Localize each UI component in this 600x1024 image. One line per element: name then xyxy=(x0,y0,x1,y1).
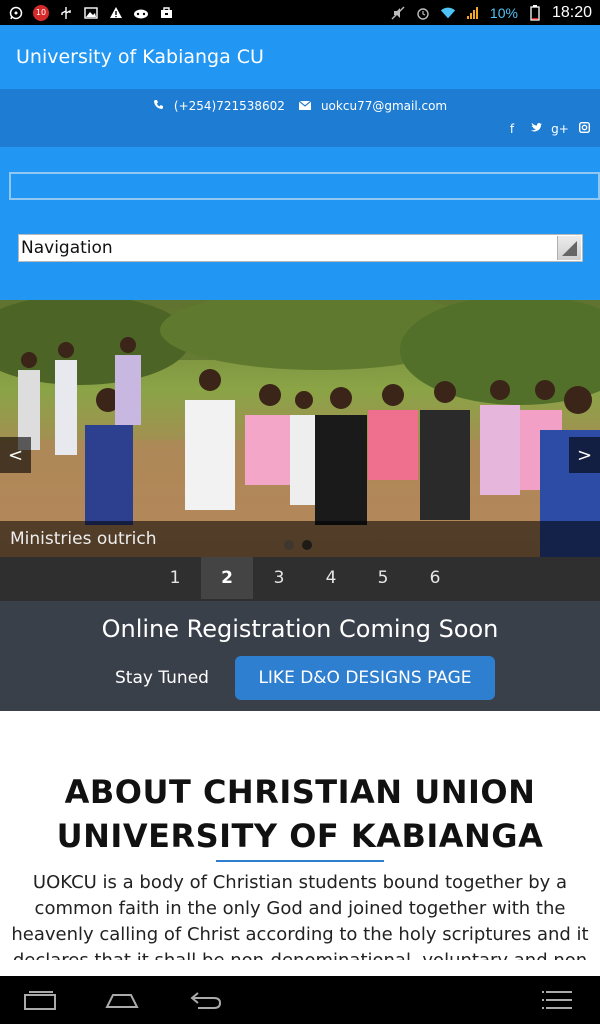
usb-icon xyxy=(58,5,74,21)
back-icon[interactable] xyxy=(186,986,226,1014)
registration-row: Stay Tuned LIKE D&O DESIGNS PAGE xyxy=(0,656,600,700)
slide-caption: Ministries outrich xyxy=(0,521,600,557)
page-button-4[interactable]: 4 xyxy=(305,557,357,599)
social-links: f g+ xyxy=(506,122,590,136)
page-button-2[interactable]: 2 xyxy=(201,557,253,599)
dropdown-arrow-icon[interactable] xyxy=(557,236,581,260)
phone-contact[interactable]: (+254)721538602 xyxy=(153,99,285,113)
slider-prev-button[interactable]: < xyxy=(0,437,31,473)
instagram-icon[interactable] xyxy=(578,122,590,136)
contact-bar: (+254)721538602 uokcu77@gmail.com f g+ xyxy=(0,89,600,147)
like-page-button[interactable]: LIKE D&O DESIGNS PAGE xyxy=(234,656,495,700)
battery-icon xyxy=(527,4,543,21)
phone-number: (+254)721538602 xyxy=(173,99,285,113)
clock: 18:20 xyxy=(551,3,592,21)
slide-photo xyxy=(0,300,600,557)
envelope-icon xyxy=(298,99,312,113)
search-input[interactable] xyxy=(9,172,600,200)
search-nav-band: Navigation xyxy=(0,147,600,300)
status-bar: 10 10% 18:20 xyxy=(0,0,600,25)
page-button-5[interactable]: 5 xyxy=(357,557,409,599)
notification-badge-icon: 10 xyxy=(33,4,49,21)
slide-pager: 1 2 3 4 5 6 xyxy=(0,557,600,601)
stay-tuned-text: Stay Tuned xyxy=(115,668,209,688)
site-title[interactable]: University of Kabianga CU xyxy=(16,46,264,68)
registration-banner: Online Registration Coming Soon Stay Tun… xyxy=(0,601,600,711)
about-heading-line-1: ABOUT CHRISTIAN UNION xyxy=(64,773,536,811)
about-heading: ABOUT CHRISTIAN UNION UNIVERSITY OF KABI… xyxy=(0,770,600,858)
battery-percent: 10% xyxy=(489,4,518,21)
about-paragraph: UOKCU is a body of Christian students bo… xyxy=(11,872,589,960)
bag-icon xyxy=(158,5,174,21)
slider-next-button[interactable]: > xyxy=(569,437,600,473)
page-button-3[interactable]: 3 xyxy=(253,557,305,599)
email-contact[interactable]: uokcu77@gmail.com xyxy=(298,99,448,113)
app-header: University of Kabianga CU xyxy=(0,25,600,89)
about-divider xyxy=(216,860,384,862)
game-icon xyxy=(133,5,149,21)
home-icon[interactable] xyxy=(104,986,140,1014)
mute-icon xyxy=(390,5,406,21)
page-button-6[interactable]: 6 xyxy=(409,557,461,599)
facebook-icon[interactable]: f xyxy=(506,122,518,136)
signal-icon xyxy=(465,5,481,21)
slider-dot[interactable] xyxy=(302,540,312,550)
image-slider[interactable]: < > Ministries outrich xyxy=(0,300,600,557)
email-address: uokcu77@gmail.com xyxy=(320,99,448,113)
slider-dots xyxy=(284,540,312,550)
whatsapp-icon xyxy=(8,5,24,21)
android-nav-bar xyxy=(0,976,600,1024)
gallery-icon xyxy=(83,5,99,21)
about-heading-line-2: UNIVERSITY OF KABIANGA xyxy=(56,817,544,855)
slider-dot[interactable] xyxy=(284,540,294,550)
recent-apps-icon[interactable] xyxy=(22,986,58,1014)
warning-icon xyxy=(108,5,124,21)
registration-title: Online Registration Coming Soon xyxy=(101,615,499,643)
google-plus-icon[interactable]: g+ xyxy=(551,122,569,136)
page-button-1[interactable]: 1 xyxy=(149,557,201,599)
wifi-icon xyxy=(440,5,456,21)
status-bar-left: 10 xyxy=(8,4,174,21)
navigation-select[interactable]: Navigation xyxy=(18,234,583,262)
menu-icon[interactable] xyxy=(536,986,576,1014)
twitter-icon[interactable] xyxy=(530,122,542,136)
navigation-select-value: Navigation xyxy=(21,238,113,258)
contact-row: (+254)721538602 uokcu77@gmail.com xyxy=(0,99,600,113)
status-bar-right: 10% 18:20 xyxy=(390,4,592,22)
alarm-icon xyxy=(415,5,431,21)
phone-icon xyxy=(153,99,164,113)
